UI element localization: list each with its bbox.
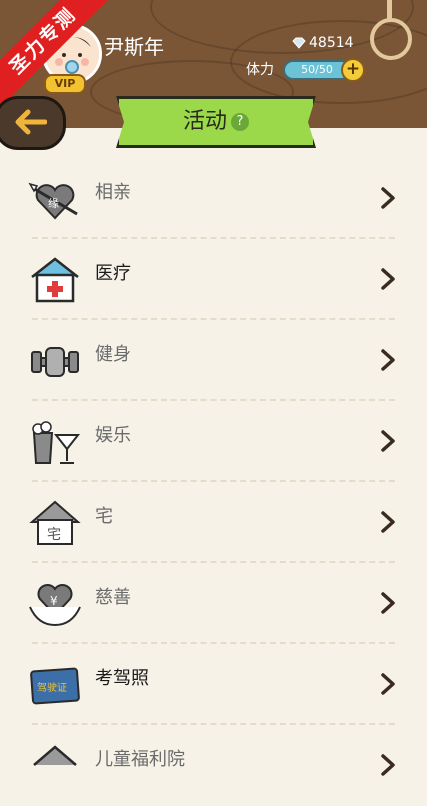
item-label-driver-license: 考驾照 <box>95 668 149 689</box>
house-icon: 宅 <box>29 500 81 545</box>
coin-count: 48514 <box>309 35 354 51</box>
item-label-fitness: 健身 <box>95 344 131 365</box>
item-label-dating: 相亲 <box>95 182 131 203</box>
hospital-icon <box>31 257 79 303</box>
add-stamina-button[interactable]: + <box>341 58 365 82</box>
list-item-fitness[interactable]: 健身 <box>0 320 427 401</box>
item-label-medical: 医疗 <box>95 263 131 284</box>
drinks-icon <box>32 421 81 464</box>
list-item-orphanage[interactable]: 儿童福利院 <box>0 725 427 806</box>
charity-heart-icon-text: ¥ <box>50 594 58 608</box>
activity-list: 缘 相亲 医疗 健身 娱乐 宅 宅 ¥ 慈善 驾驶证 考驾照 儿童福利院 <box>0 158 427 806</box>
charity-heart-icon: ¥ <box>29 584 81 627</box>
chevron-right-icon <box>381 349 395 371</box>
item-label-entertainment: 娱乐 <box>95 425 131 446</box>
driver-license-icon-text: 驾驶证 <box>37 681 67 694</box>
chevron-right-icon <box>381 430 395 452</box>
chevron-right-icon <box>381 754 395 776</box>
gem-icon <box>292 37 306 49</box>
stamina-label: 体力 <box>246 62 274 78</box>
dumbbell-icon <box>31 347 79 377</box>
vip-badge: VIP <box>44 74 86 94</box>
back-button[interactable] <box>0 96 66 150</box>
chevron-right-icon <box>381 592 395 614</box>
item-label-charity: 慈善 <box>95 587 131 608</box>
chevron-right-icon <box>381 511 395 533</box>
page-title: 活动 <box>182 109 227 134</box>
list-item-charity[interactable]: ¥ 慈善 <box>0 563 427 644</box>
hanging-ring-icon <box>370 18 412 60</box>
list-item-dating[interactable]: 缘 相亲 <box>0 158 427 239</box>
list-item-driver-license[interactable]: 驾驶证 考驾照 <box>0 644 427 725</box>
page-title-banner: 活动? <box>116 96 316 148</box>
heart-arrow-icon: 缘 <box>28 182 78 220</box>
username: 尹斯年 <box>104 35 164 59</box>
item-label-stay-home: 宅 <box>95 506 113 527</box>
chevron-right-icon <box>381 268 395 290</box>
list-item-medical[interactable]: 医疗 <box>0 239 427 320</box>
item-label-orphanage: 儿童福利院 <box>95 749 185 770</box>
help-icon[interactable]: ? <box>231 113 249 131</box>
list-item-entertainment[interactable]: 娱乐 <box>0 401 427 482</box>
chevron-right-icon <box>381 673 395 695</box>
back-arrow-icon <box>15 109 47 135</box>
driver-license-icon: 驾驶证 <box>30 667 80 705</box>
chevron-right-icon <box>381 187 395 209</box>
heart-arrow-icon-text: 缘 <box>48 197 59 210</box>
house-icon-text: 宅 <box>47 527 61 543</box>
orphanage-icon <box>33 745 77 766</box>
list-item-stay-home[interactable]: 宅 宅 <box>0 482 427 563</box>
